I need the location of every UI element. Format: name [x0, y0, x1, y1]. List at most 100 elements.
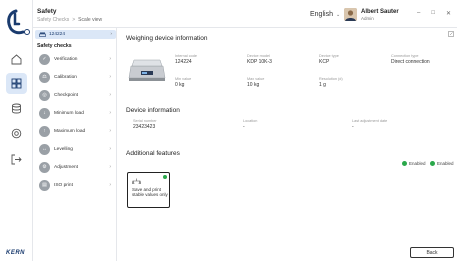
chevron-right-icon: ›: [110, 32, 112, 37]
field-label: Location: [243, 119, 258, 123]
logout-icon[interactable]: [10, 153, 23, 166]
field-value: 23423423: [133, 124, 156, 130]
sidebar-item-verification[interactable]: ✓ Verification ›: [39, 53, 113, 65]
sidebar-item-label: Levelling: [54, 146, 73, 152]
device-info-title: Device information: [126, 107, 180, 114]
back-button[interactable]: Back: [410, 247, 454, 258]
dashboard-grid-icon[interactable]: [6, 73, 27, 94]
field-label: Connection type: [391, 54, 419, 58]
field-label: Resolution (d): [319, 77, 343, 81]
checkpoint-icon: ◎: [39, 89, 50, 101]
legend-enabled: Enabled: [402, 161, 426, 166]
stable-weight-icon: [132, 178, 141, 184]
adjustment-icon: ⚙: [39, 161, 50, 173]
avatar: [344, 8, 357, 21]
scale-image: [127, 54, 167, 84]
sidebar-item-minimum-load[interactable]: ↓ Minimum load ›: [39, 107, 113, 119]
field-value: KDP 10K-3: [247, 59, 272, 65]
verification-icon: ✓: [39, 53, 50, 65]
user-menu[interactable]: Albert Sauter Admin: [344, 8, 399, 21]
sidebar-item-iso-print[interactable]: ▤ ISO print ›: [39, 179, 113, 191]
scale-icon: [39, 32, 46, 37]
chevron-right-icon: ›: [109, 146, 111, 152]
location-field: Location -: [243, 119, 257, 130]
chevron-down-icon: ⌄: [335, 11, 341, 18]
features-title: Additional features: [126, 150, 180, 157]
legend-enabled-secondary: Enabled: [430, 161, 454, 166]
field-label: Internal code: [175, 54, 197, 58]
field-value: 1 g: [319, 82, 326, 88]
chevron-right-icon: ›: [109, 110, 111, 116]
sidebar-item-label: Maximum load: [54, 128, 86, 134]
enabled-badge-icon: [163, 175, 167, 179]
sidebar-item-label: ISO print: [54, 182, 73, 188]
sidebar-item-calibration[interactable]: ⚖ Calibration ›: [39, 71, 113, 83]
levelling-icon: ↔: [39, 143, 50, 155]
legend-label: Enabled: [437, 161, 454, 166]
sidebar-item-label: Checkpoint: [54, 92, 78, 98]
maximize-icon[interactable]: □: [431, 10, 435, 17]
serial-number-field: Serial number 23423423: [133, 119, 157, 130]
field-value: 124224: [175, 59, 192, 65]
sidebar-item-checkpoint[interactable]: ◎ Checkpoint ›: [39, 89, 113, 101]
field-value: KCP: [319, 59, 330, 65]
maximum-load-icon: ↑: [39, 125, 50, 137]
language-label: English: [310, 11, 333, 18]
field-value: -: [243, 124, 245, 130]
safety-checks-sidebar: 124224 › Safety checks ✓ Verification › …: [33, 28, 117, 261]
page-title: Safety: [37, 8, 57, 15]
enabled-dot-icon: [402, 161, 407, 166]
max-value-field: Max value 10 kg: [247, 77, 264, 88]
last-adjustment-field: Last adjustment date -: [352, 119, 387, 130]
print-icon: ▤: [39, 179, 50, 191]
chevron-right-icon: ›: [109, 74, 111, 80]
chevron-right-icon: ›: [109, 182, 111, 188]
database-icon[interactable]: [10, 102, 23, 115]
breadcrumb: Safety Checks > Scale view: [37, 17, 102, 23]
chevron-right-icon: ›: [109, 92, 111, 98]
nav-rail: KERN: [0, 0, 33, 261]
legend-label: Enabled: [409, 161, 426, 166]
feature-card-stable-print[interactable]: Save and print stable values only: [127, 172, 170, 208]
field-label: Device model: [247, 54, 271, 58]
user-role: Admin: [361, 15, 374, 21]
home-icon[interactable]: [10, 53, 23, 66]
internal-code-field: Internal code 124224: [175, 54, 197, 65]
feature-label: Save and print stable values only: [132, 187, 168, 198]
field-label: Serial number: [133, 119, 157, 123]
chevron-right-icon: ›: [109, 164, 111, 170]
edit-icon[interactable]: [448, 31, 454, 37]
device-id: 124224: [49, 32, 66, 37]
device-selector[interactable]: 124224 ›: [35, 30, 116, 39]
sidebar-item-maximum-load[interactable]: ↑ Maximum load ›: [39, 125, 113, 137]
kern-logo-icon: [4, 8, 30, 36]
weighing-info-title: Weighing device information: [126, 35, 208, 42]
connection-type-field: Connection type Direct connection: [391, 54, 430, 65]
app-header: Safety Safety Checks > Scale view Englis…: [33, 0, 457, 28]
sidebar-heading: Safety checks: [37, 43, 72, 49]
window-controls: – □ ✕: [417, 10, 451, 17]
sidebar-item-label: Verification: [54, 56, 78, 62]
sidebar-item-adjustment[interactable]: ⚙ Adjustment ›: [39, 161, 113, 173]
field-value: Direct connection: [391, 59, 430, 65]
min-value-field: Min value 0 kg: [175, 77, 191, 88]
field-label: Max value: [247, 77, 265, 81]
breadcrumb-root[interactable]: Safety Checks: [37, 17, 69, 23]
minimize-icon[interactable]: –: [417, 10, 420, 17]
field-label: Min value: [175, 77, 192, 81]
brand-wordmark: KERN: [6, 250, 26, 256]
field-value: 0 kg: [175, 82, 185, 88]
field-label: Device type: [319, 54, 339, 58]
chevron-right-icon: ›: [109, 56, 111, 62]
user-name: Albert Sauter: [361, 8, 399, 15]
minimum-load-icon: ↓: [39, 107, 50, 119]
device-type-field: Device type KCP: [319, 54, 339, 65]
field-label: Last adjustment date: [352, 119, 388, 123]
device-model-field: Device model KDP 10K-3: [247, 54, 272, 65]
close-icon[interactable]: ✕: [446, 10, 451, 17]
sidebar-item-levelling[interactable]: ↔ Levelling ›: [39, 143, 113, 155]
chevron-right-icon: ›: [109, 128, 111, 134]
language-selector[interactable]: English ⌄: [310, 11, 340, 18]
support-icon[interactable]: [10, 127, 23, 140]
enabled-dot-icon: [430, 161, 435, 166]
